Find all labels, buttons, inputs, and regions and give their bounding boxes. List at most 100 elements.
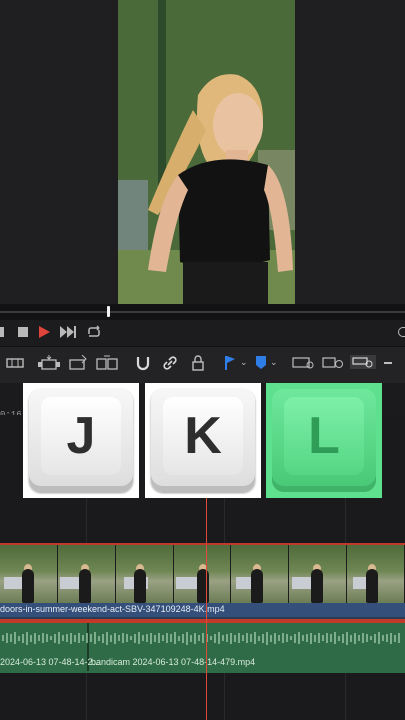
waveform-bar (186, 631, 188, 645)
scrubber-playhead[interactable] (107, 306, 110, 317)
waveform-bar (266, 631, 268, 645)
waveform-bar (2, 635, 4, 641)
waveform-bar (346, 631, 348, 645)
waveform-bar (74, 634, 76, 642)
waveform-bar (134, 633, 136, 643)
waveform-bar (138, 632, 140, 644)
waveform-bar (6, 633, 8, 643)
waveform-bar (62, 635, 64, 641)
waveform-bar (114, 632, 116, 644)
video-preview-frame (118, 0, 295, 304)
timeline-playhead[interactable] (206, 498, 207, 720)
waveform-bar (190, 634, 192, 642)
waveform-bar (326, 633, 328, 643)
waveform-bar (14, 632, 16, 644)
waveform-bar (314, 634, 316, 642)
keycap-face: L (284, 397, 364, 475)
fast-forward-icon[interactable] (60, 326, 76, 338)
waveform-bar (386, 634, 388, 642)
zoom-custom-icon[interactable] (322, 356, 346, 370)
waveform-bar (374, 633, 376, 643)
video-thumbnail (289, 545, 348, 603)
waveform-bar (118, 635, 120, 641)
waveform-bar (34, 632, 36, 644)
waveform-bar (110, 634, 112, 642)
waveform-bar (234, 634, 236, 642)
scrub-track[interactable] (0, 311, 405, 313)
waveform-bar (98, 635, 100, 641)
replace-clip-icon[interactable] (96, 355, 118, 371)
waveform-bar (342, 633, 344, 643)
waveform-bar (250, 634, 252, 642)
prev-icon[interactable] (0, 327, 4, 337)
waveform-bar (130, 636, 132, 640)
waveform-bar (358, 635, 360, 641)
waveform-bar (178, 635, 180, 641)
waveform-bar (38, 635, 40, 641)
waveform-bar (150, 632, 152, 644)
audio-clip-name: bandicam 2024-06-13 07-48-14-479.mp4 (91, 657, 256, 667)
video-thumbnail (57, 545, 116, 603)
waveform-bar (318, 633, 320, 643)
waveform-bar (398, 633, 400, 643)
video-thumbnail (347, 545, 405, 603)
waveform-bar (282, 633, 284, 643)
waveform-bar (146, 634, 148, 642)
waveform-bar (94, 632, 96, 644)
waveform-bar (170, 634, 172, 642)
waveform-bar (378, 632, 380, 644)
waveform-bar (202, 633, 204, 643)
flag-icon[interactable] (224, 355, 236, 371)
lock-icon[interactable] (191, 355, 205, 371)
waveform-bar (382, 635, 384, 641)
snap-magnet-icon[interactable] (135, 355, 151, 371)
waveform-bar (302, 635, 304, 641)
waveform-bar (222, 635, 224, 641)
waveform-bar (310, 632, 312, 644)
waveform-bar (106, 631, 108, 645)
waveform-bar (350, 634, 352, 642)
waveform-bar (166, 633, 168, 643)
keycap: K (151, 389, 255, 492)
waveform-bar (370, 636, 372, 640)
waveform-bar (218, 632, 220, 644)
waveform-bar (294, 633, 296, 643)
marker-icon[interactable] (255, 355, 267, 371)
trim-tool-icon[interactable] (6, 357, 24, 369)
waveform-bar (354, 632, 356, 644)
marker-dropdown-icon[interactable]: ⌄ (270, 357, 278, 368)
video-thumbnail (231, 545, 290, 603)
link-clips-icon[interactable] (162, 355, 178, 371)
waveform-bar (362, 633, 364, 643)
play-icon[interactable] (39, 326, 50, 338)
waveform-bar (102, 633, 104, 643)
waveform-bar (122, 633, 124, 643)
waveform-bar (42, 633, 44, 643)
stop-icon[interactable] (18, 327, 28, 337)
key-letter: J (66, 407, 96, 465)
zoom-fit-icon[interactable] (292, 356, 316, 370)
waveform-bar (142, 635, 144, 641)
waveform-bar (246, 633, 248, 643)
video-thumbnail (115, 545, 174, 603)
waveform-bar (70, 632, 72, 644)
loop-icon[interactable] (86, 325, 102, 339)
key-k: K (145, 383, 261, 498)
waveform-bar (54, 633, 56, 643)
waveform-bar (30, 634, 32, 642)
waveform-bar (338, 635, 340, 641)
waveform-bar (274, 632, 276, 644)
tennis-player-image (118, 0, 295, 304)
flag-dropdown-icon[interactable]: ⌄ (240, 357, 248, 368)
overwrite-clip-icon[interactable] (68, 355, 88, 371)
insert-clip-icon[interactable] (38, 355, 60, 371)
waveform-bar (322, 635, 324, 641)
waveform-bar (26, 631, 28, 645)
waveform-bar (254, 632, 256, 644)
zoom-detail-icon[interactable] (350, 354, 376, 370)
waveform-bar (210, 636, 212, 640)
minus-icon[interactable] (384, 362, 392, 364)
waveform-bar (10, 634, 12, 642)
waveform-bar (334, 632, 336, 644)
loop-end-icon[interactable] (398, 327, 405, 337)
